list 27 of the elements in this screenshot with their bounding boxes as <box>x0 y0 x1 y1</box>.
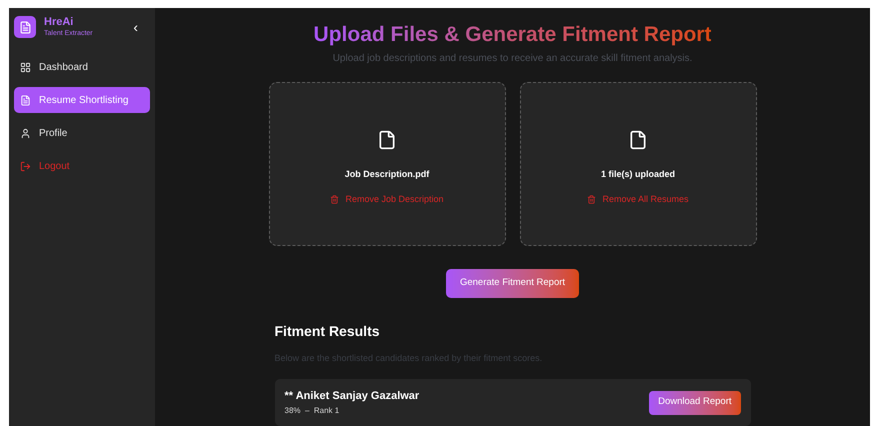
generate-button[interactable]: Generate Fitment Report <box>446 269 580 298</box>
nav-item[interactable]: Resume Shortlisting <box>14 87 150 113</box>
file-name: 1 file(s) uploaded <box>600 168 675 182</box>
upload-card[interactable]: Job Description.pdf Remove Job Description <box>268 82 506 246</box>
remove-button[interactable]: Remove Job Description <box>330 192 444 206</box>
results-title: Fitment Results <box>274 322 381 340</box>
candidate-name: ** Aniket Sanjay Gazalwar <box>284 389 420 404</box>
page-subtitle: Upload job descriptions and resumes to receive an accurate skill fitment analysis. <box>332 52 692 66</box>
nav-item[interactable]: Profile <box>14 120 150 146</box>
candidate-score: 38% – Rank 1 <box>284 404 340 417</box>
document-icon <box>20 94 31 106</box>
upload-card[interactable]: 1 file(s) uploaded Remove All Resumes <box>520 82 756 246</box>
trash-icon <box>330 195 340 204</box>
logo-icon <box>14 16 36 38</box>
remove-button[interactable]: Remove All Resumes <box>587 192 689 206</box>
file-icon <box>628 130 648 150</box>
collapse-button[interactable]: ‹ <box>133 20 138 34</box>
user-icon <box>20 128 31 138</box>
file-name: Job Description.pdf <box>344 168 430 182</box>
nav-item[interactable]: Dashboard <box>14 54 150 80</box>
trash-icon <box>587 195 596 204</box>
brand-name: HreAi <box>44 17 74 28</box>
grid-icon <box>20 62 31 72</box>
nav-item[interactable]: Logout <box>14 153 150 179</box>
file-icon <box>377 130 397 150</box>
logout-icon <box>20 160 31 172</box>
download-button[interactable]: Download Report <box>649 390 740 414</box>
